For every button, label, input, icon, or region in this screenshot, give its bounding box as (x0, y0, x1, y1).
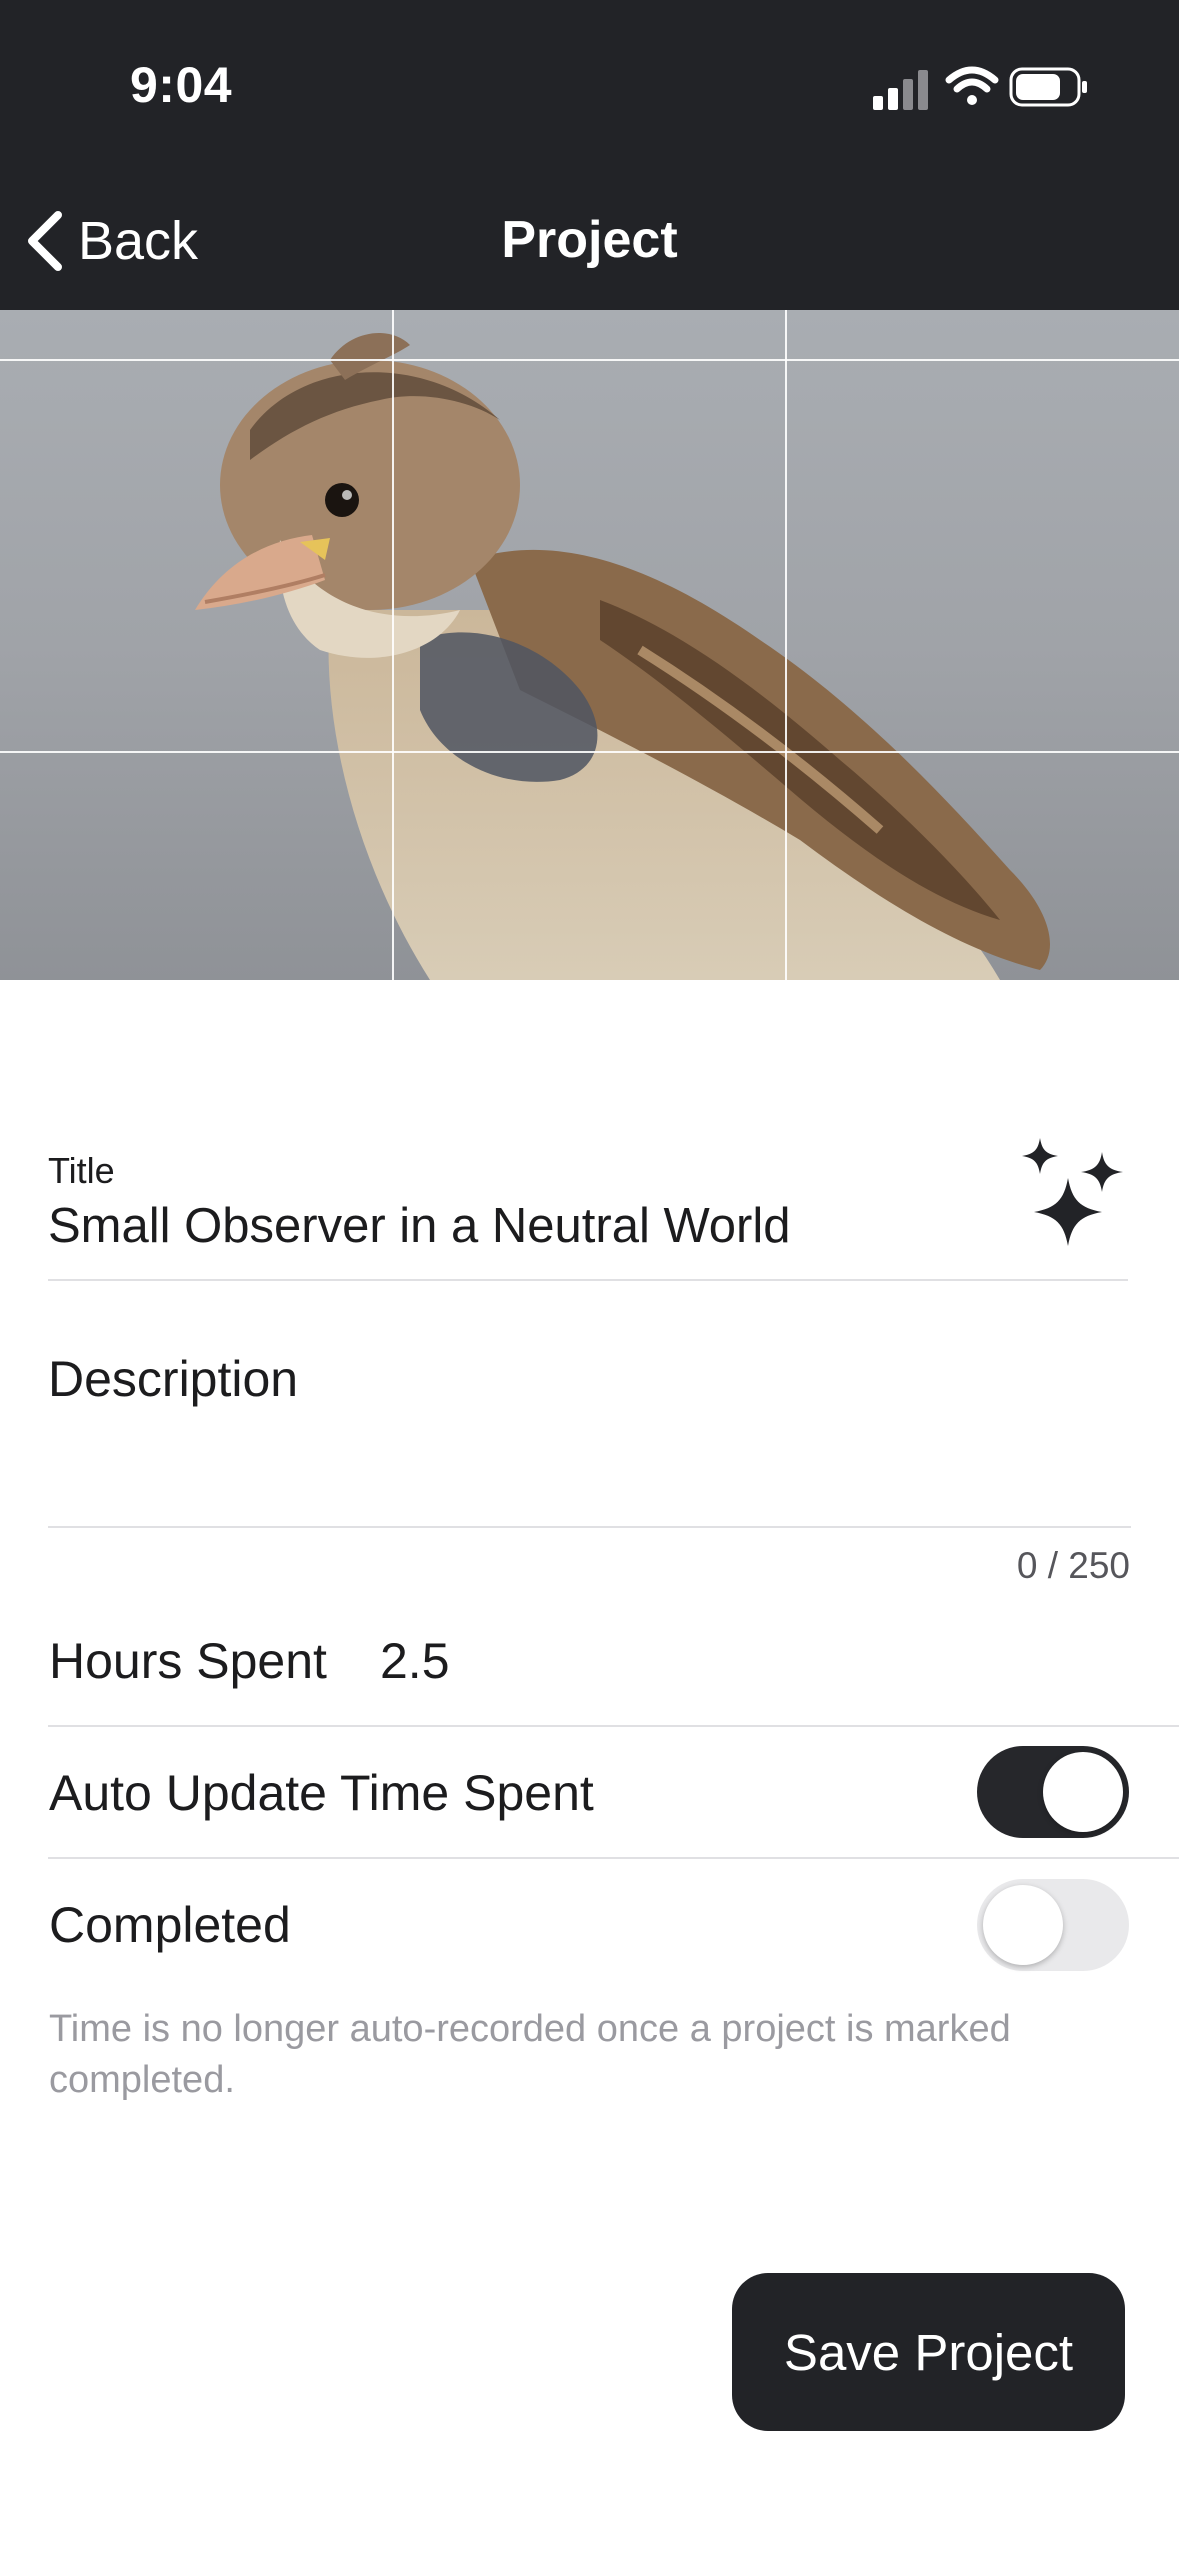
description-placeholder: Description (48, 1351, 299, 1407)
hours-label: Hours Spent (49, 1633, 327, 1689)
cellular-signal-icon (873, 70, 928, 110)
char-counter: 0 / 250 (1016, 1545, 1130, 1586)
auto-update-label: Auto Update Time Spent (49, 1765, 594, 1821)
page-title: Project (501, 211, 678, 269)
completed-label: Completed (49, 1897, 291, 1953)
hours-input[interactable]: 2.5 (380, 1632, 450, 1690)
title-field[interactable]: Title Small Observer in a Neutral World (48, 1140, 998, 1280)
toggle-knob (983, 1885, 1063, 1965)
auto-update-toggle[interactable] (977, 1746, 1129, 1838)
title-label: Title (48, 1150, 115, 1191)
wifi-icon (945, 66, 999, 105)
auto-update-divider (48, 1857, 1179, 1859)
bird-image (0, 310, 1179, 980)
project-photo[interactable] (0, 310, 1179, 980)
hours-divider (48, 1725, 1179, 1727)
status-time: 9:04 (130, 57, 233, 113)
description-field[interactable]: Description (48, 1300, 1128, 1520)
toggle-knob (1043, 1752, 1123, 1832)
battery-icon (1009, 67, 1087, 107)
completed-help-text: Time is no longer auto-recorded once a p… (49, 2008, 1011, 2101)
top-bar: 9:04 Back Project (0, 0, 1179, 310)
completed-toggle[interactable] (977, 1879, 1129, 1971)
grid-line-vertical-1 (392, 310, 394, 980)
title-value: Small Observer in a Neutral World (48, 1199, 791, 1253)
grid-line-horizontal-1 (0, 359, 1179, 361)
sparkles-icon[interactable] (1018, 1138, 1128, 1254)
save-project-button[interactable]: Save Project (732, 2273, 1125, 2431)
grid-line-vertical-2 (785, 310, 787, 980)
grid-line-horizontal-2 (0, 751, 1179, 753)
status-icons (873, 62, 1089, 112)
title-divider (48, 1279, 1128, 1281)
description-divider (48, 1526, 1131, 1528)
